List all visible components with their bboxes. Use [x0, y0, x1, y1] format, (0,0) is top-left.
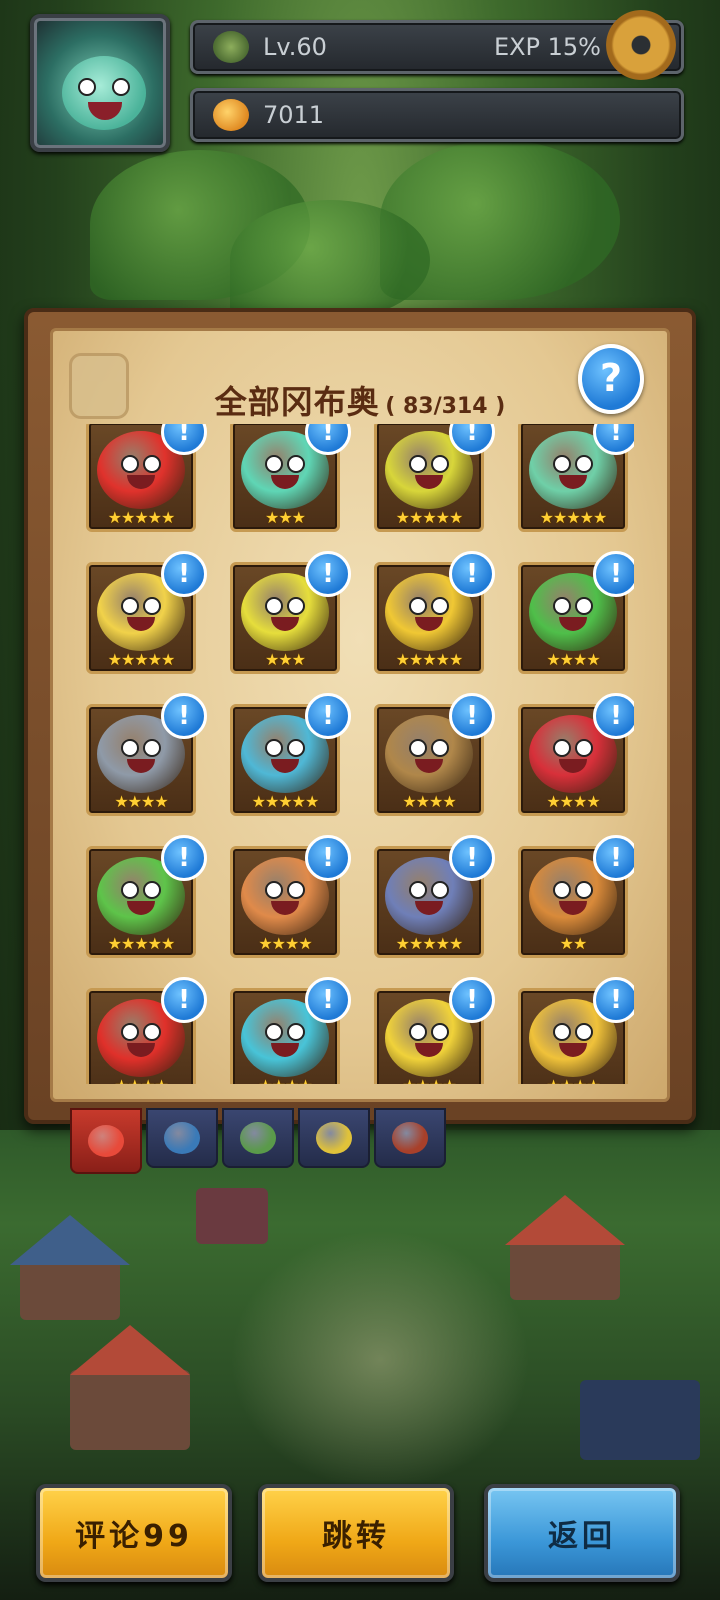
new-info-badge-icon[interactable]: ! — [449, 693, 495, 739]
settings-gear-icon[interactable] — [606, 10, 676, 80]
character-grid: ★★★★★! ★★★! ★★★★★! ★★★★★! ★★★★★! ★★★! ★★★★★! ★★… — [86, 424, 634, 1084]
new-info-badge-icon[interactable]: ! — [593, 693, 634, 739]
collection-count: ( 83/314 ) — [385, 394, 506, 419]
back-button[interactable]: 返回 — [484, 1484, 680, 1582]
new-info-badge-icon[interactable]: ! — [161, 835, 207, 881]
village-roof — [70, 1325, 190, 1375]
tab-red[interactable] — [374, 1108, 446, 1168]
character-card[interactable]: ★★★★★! — [86, 551, 207, 674]
new-info-badge-icon[interactable]: ! — [593, 551, 634, 597]
currency-bar: 7011 — [190, 88, 684, 142]
new-info-badge-icon[interactable]: ! — [593, 977, 634, 1023]
village-house — [580, 1380, 700, 1460]
star-rating: ★★★★ — [89, 1076, 193, 1084]
star-rating: ★★★★★ — [395, 934, 464, 953]
character-card[interactable]: ★★★! — [230, 551, 351, 674]
star-rating: ★★★★ — [546, 792, 600, 811]
beanstalk-leaf — [230, 200, 430, 320]
new-info-badge-icon[interactable]: ! — [449, 551, 495, 597]
review-button[interactable]: 评论99 — [36, 1484, 232, 1582]
character-card[interactable]: ★★! — [518, 835, 634, 958]
star-rating: ★★★ — [264, 508, 306, 527]
star-rating: ★★★★ — [377, 1076, 481, 1084]
character-card[interactable]: ★★★★★! — [374, 835, 495, 958]
star-rating: ★★★★★ — [107, 650, 176, 669]
star-rating: ★★★★ — [402, 792, 456, 811]
new-info-badge-icon[interactable]: ! — [161, 693, 207, 739]
character-card[interactable]: ★★★★★! — [230, 693, 351, 816]
character-card[interactable]: ★★★★! — [518, 977, 634, 1084]
character-card[interactable]: ★★★★★! — [374, 551, 495, 674]
panel-title: 全部冈布奥 — [214, 383, 380, 421]
star-rating: ★★ — [559, 934, 588, 953]
village-house — [20, 1260, 120, 1320]
tab-red-icon — [392, 1122, 428, 1154]
new-info-badge-icon[interactable]: ! — [161, 551, 207, 597]
tab-all[interactable] — [70, 1108, 142, 1174]
star-rating: ★★★★ — [233, 1076, 337, 1084]
village-house — [510, 1240, 620, 1300]
character-card[interactable]: ★★★★★! — [86, 424, 207, 532]
character-card[interactable]: ★★★★! — [86, 977, 207, 1084]
new-info-badge-icon[interactable]: ! — [305, 693, 351, 739]
character-card[interactable]: ★★★★! — [230, 835, 351, 958]
new-info-badge-icon[interactable]: ! — [593, 835, 634, 881]
new-info-badge-icon[interactable]: ! — [449, 835, 495, 881]
new-info-badge-icon[interactable]: ! — [305, 835, 351, 881]
tab-all-icon — [88, 1125, 124, 1157]
currency-amount: 7011 — [263, 101, 325, 129]
village-roof — [10, 1215, 130, 1265]
fruit-currency-icon — [213, 99, 249, 131]
character-card[interactable]: ★★★★★! — [86, 835, 207, 958]
star-rating: ★★★★ — [546, 650, 600, 669]
star-rating: ★★★★★ — [107, 508, 176, 527]
village-path — [230, 1230, 530, 1490]
tab-blue-icon — [164, 1122, 200, 1154]
signpost — [196, 1188, 268, 1244]
star-rating: ★★★★★ — [395, 508, 464, 527]
character-card[interactable]: ★★★★! — [374, 977, 495, 1084]
tab-green[interactable] — [222, 1108, 294, 1168]
tab-yellow[interactable] — [298, 1108, 370, 1168]
character-card[interactable]: ★★★! — [230, 424, 351, 532]
tab-green-icon — [240, 1122, 276, 1154]
panel-header: 全部冈布奥 ( 83/314 ) — [53, 377, 667, 423]
tab-yellow-icon — [316, 1122, 352, 1154]
star-rating: ★★★★★ — [107, 934, 176, 953]
star-rating: ★★★★★ — [395, 650, 464, 669]
player-avatar[interactable] — [30, 14, 170, 152]
character-card[interactable]: ★★★★★! — [518, 424, 634, 532]
tab-blue[interactable] — [146, 1108, 218, 1168]
village-house — [70, 1370, 190, 1450]
character-card[interactable]: ★★★★★! — [374, 424, 495, 532]
level-text: Lv.60 — [263, 33, 327, 61]
clover-icon — [213, 31, 249, 63]
help-button[interactable]: ? — [578, 344, 644, 414]
new-info-badge-icon[interactable]: ! — [161, 977, 207, 1023]
new-info-badge-icon[interactable]: ! — [305, 977, 351, 1023]
exp-text: EXP 15% — [493, 33, 601, 61]
star-rating: ★★★★ — [258, 934, 312, 953]
character-card[interactable]: ★★★★! — [518, 693, 634, 816]
category-tabs — [70, 1108, 446, 1174]
avatar-face-icon — [62, 56, 146, 130]
character-card[interactable]: ★★★★! — [230, 977, 351, 1084]
new-info-badge-icon[interactable]: ! — [449, 977, 495, 1023]
new-info-badge-icon[interactable]: ! — [305, 551, 351, 597]
character-card[interactable]: ★★★★! — [374, 693, 495, 816]
village-roof — [505, 1195, 625, 1245]
star-rating: ★★★★ — [114, 792, 168, 811]
star-rating: ★★★★ — [521, 1076, 625, 1084]
jump-button[interactable]: 跳转 — [258, 1484, 454, 1582]
star-rating: ★★★★★ — [251, 792, 320, 811]
star-rating: ★★★★★ — [539, 508, 608, 527]
star-rating: ★★★ — [264, 650, 306, 669]
character-card[interactable]: ★★★★! — [518, 551, 634, 674]
character-card[interactable]: ★★★★! — [86, 693, 207, 816]
